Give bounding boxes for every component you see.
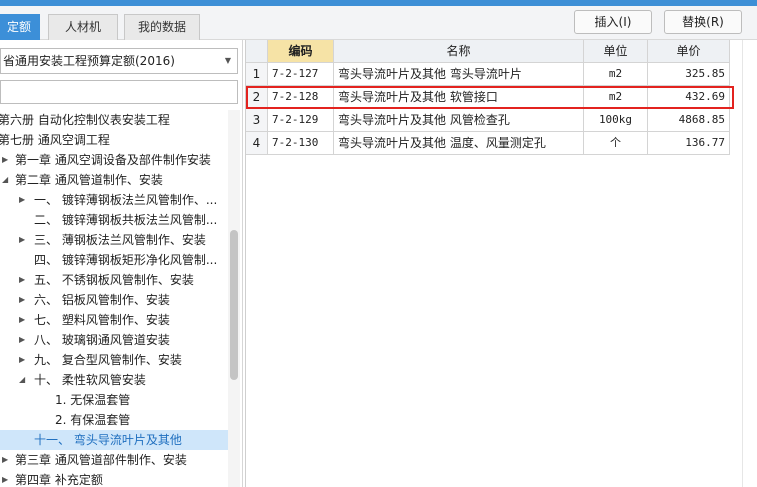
tree-node[interactable]: ▶ 六、 铝板风管制作、安装 — [0, 290, 228, 310]
tree-node-label: 九、 复合型风管制作、安装 — [34, 353, 182, 367]
tree-node[interactable]: ▶ 第三章 通风管道部件制作、安装 — [0, 450, 228, 470]
expand-arrow-icon[interactable]: ▶ — [2, 450, 8, 470]
expand-arrow-icon[interactable]: ▶ — [2, 150, 8, 170]
row-number: 2 — [246, 86, 268, 109]
cell-name[interactable]: 弯头导流叶片及其他 温度、风量测定孔 — [334, 132, 584, 155]
tree-node[interactable]: ▶ 九、 复合型风管制作、安装 — [0, 350, 228, 370]
tree-node-label: 八、 玻璃钢通风管道安装 — [34, 333, 170, 347]
tree-node-label: 一、 镀锌薄钢板法兰风管制作、... — [34, 193, 218, 207]
cell-unit[interactable]: 100kg — [584, 109, 648, 132]
tree-search-input[interactable] — [0, 80, 238, 104]
tree-node[interactable]: ▶ 八、 玻璃钢通风管道安装 — [0, 330, 228, 350]
expand-arrow-icon[interactable]: ▶ — [2, 470, 8, 487]
tree-node-label: 第三章 通风管道部件制作、安装 — [15, 453, 187, 467]
tree-node-label: 四、 镀锌薄钢板矩形净化风管制... — [34, 253, 218, 267]
tree-node-label: 第四章 补充定额 — [15, 473, 103, 487]
expand-arrow-icon[interactable]: ▶ — [19, 230, 25, 250]
quota-grid: 编码 名称 单位 单价 1 7-2-127 弯头导流叶片及其他 弯头导流叶片 m… — [245, 40, 740, 487]
cell-name[interactable]: 弯头导流叶片及其他 弯头导流叶片 — [334, 63, 584, 86]
quota-grid-panel: 编码 名称 单位 单价 1 7-2-127 弯头导流叶片及其他 弯头导流叶片 m… — [245, 40, 757, 487]
tree-node-label: 五、 不锈钢板风管制作、安装 — [34, 273, 194, 287]
chevron-down-icon: ▼ — [224, 56, 231, 65]
row-number: 3 — [246, 109, 268, 132]
tree-node-label: 第一章 通风空调设备及部件制作安装 — [15, 153, 211, 167]
replace-button[interactable]: 替换(R) — [664, 10, 742, 34]
row-number: 1 — [246, 63, 268, 86]
left-panel: 省通用安装工程预算定额(2016) ▼ 第六册 自动化控制仪表安装工程 第七册 … — [0, 40, 243, 487]
tab-quota[interactable]: 定额 — [0, 14, 40, 40]
cell-name[interactable]: 弯头导流叶片及其他 风管检查孔 — [334, 109, 584, 132]
tree-node-label: 六、 铝板风管制作、安装 — [34, 293, 170, 307]
tree-node-label: 十、 柔性软风管安装 — [34, 373, 146, 387]
collapse-arrow-icon[interactable]: ◢ — [2, 170, 8, 190]
tree-node-label: 第六册 自动化控制仪表安装工程 — [0, 113, 170, 127]
row-number: 4 — [246, 132, 268, 155]
tree-node-label: 2. 有保温套管 — [55, 413, 131, 427]
quota-library-value: 省通用安装工程预算定额(2016) — [3, 54, 175, 68]
cell-price[interactable]: 432.69 — [648, 86, 730, 109]
app-window: 定额 人材机 我的数据 插入(I) 替换(R) 省通用安装工程预算定额(2016… — [0, 0, 757, 487]
tree-node[interactable]: ▶ 第四章 补充定额 — [0, 470, 228, 487]
tree-node-label: 十一、 弯头导流叶片及其他 — [34, 433, 182, 447]
tree-node[interactable]: 第七册 通风空调工程 — [0, 130, 228, 150]
header-unit[interactable]: 单位 — [584, 40, 648, 63]
cell-price[interactable]: 325.85 — [648, 63, 730, 86]
tree-node[interactable]: ◢ 十、 柔性软风管安装 — [0, 370, 228, 390]
collapse-arrow-icon[interactable]: ◢ — [19, 370, 25, 390]
cell-unit[interactable]: m2 — [584, 86, 648, 109]
chapter-tree: 第六册 自动化控制仪表安装工程 第七册 通风空调工程 ▶ 第一章 通风空调设备及部… — [0, 110, 228, 487]
table-row[interactable]: 1 7-2-127 弯头导流叶片及其他 弯头导流叶片 m2 325.85 — [246, 63, 741, 86]
cell-code[interactable]: 7-2-128 — [268, 86, 334, 109]
tab-labor-material-machine[interactable]: 人材机 — [48, 14, 118, 40]
tree-node-label: 二、 镀锌薄钢板共板法兰风管制... — [34, 213, 218, 227]
expand-arrow-icon[interactable]: ▶ — [19, 350, 25, 370]
header-price[interactable]: 单价 — [648, 40, 730, 63]
tree-node[interactable]: ▶ 七、 塑料风管制作、安装 — [0, 310, 228, 330]
header-code[interactable]: 编码 — [268, 40, 334, 63]
cell-unit[interactable]: 个 — [584, 132, 648, 155]
cell-price[interactable]: 4868.85 — [648, 109, 730, 132]
expand-arrow-icon[interactable]: ▶ — [19, 270, 25, 290]
expand-arrow-icon[interactable]: ▶ — [19, 290, 25, 310]
tab-bar: 定额 人材机 我的数据 插入(I) 替换(R) — [0, 6, 757, 40]
tree-node[interactable]: ◢ 第二章 通风管道制作、安装 — [0, 170, 228, 190]
tree-node[interactable]: 1. 无保温套管 — [0, 390, 228, 410]
header-name[interactable]: 名称 — [334, 40, 584, 63]
tree-node-label: 七、 塑料风管制作、安装 — [34, 313, 170, 327]
tree-node[interactable]: ▶ 第一章 通风空调设备及部件制作安装 — [0, 150, 228, 170]
tree-node[interactable]: 二、 镀锌薄钢板共板法兰风管制... — [0, 210, 228, 230]
expand-arrow-icon[interactable]: ▶ — [19, 190, 25, 210]
cell-code[interactable]: 7-2-127 — [268, 63, 334, 86]
tree-node-label: 1. 无保温套管 — [55, 393, 131, 407]
expand-arrow-icon[interactable]: ▶ — [19, 330, 25, 350]
cell-unit[interactable]: m2 — [584, 63, 648, 86]
tree-node-selected[interactable]: 十一、 弯头导流叶片及其他 — [0, 430, 228, 450]
table-row[interactable]: 4 7-2-130 弯头导流叶片及其他 温度、风量测定孔 个 136.77 — [246, 132, 741, 155]
table-row[interactable]: 2 7-2-128 弯头导流叶片及其他 软管接口 m2 432.69 — [246, 86, 741, 109]
quota-library-select[interactable]: 省通用安装工程预算定额(2016) ▼ — [0, 48, 238, 74]
table-row[interactable]: 3 7-2-129 弯头导流叶片及其他 风管检查孔 100kg 4868.85 — [246, 109, 741, 132]
tree-scrollbar[interactable] — [228, 110, 240, 487]
tree-node-label: 三、 薄钢板法兰风管制作、安装 — [34, 233, 206, 247]
cell-price[interactable]: 136.77 — [648, 132, 730, 155]
grid-scrollbar[interactable] — [742, 40, 757, 487]
tree-node[interactable]: ▶ 五、 不锈钢板风管制作、安装 — [0, 270, 228, 290]
tree-node[interactable]: 2. 有保温套管 — [0, 410, 228, 430]
cell-code[interactable]: 7-2-130 — [268, 132, 334, 155]
tree-node[interactable]: 第六册 自动化控制仪表安装工程 — [0, 110, 228, 130]
tree-node[interactable]: ▶ 三、 薄钢板法兰风管制作、安装 — [0, 230, 228, 250]
cell-name[interactable]: 弯头导流叶片及其他 软管接口 — [334, 86, 584, 109]
tree-node-label: 第二章 通风管道制作、安装 — [15, 173, 163, 187]
tree-node-label: 第七册 通风空调工程 — [0, 133, 110, 147]
expand-arrow-icon[interactable]: ▶ — [19, 310, 25, 330]
cell-code[interactable]: 7-2-129 — [268, 109, 334, 132]
scrollbar-thumb[interactable] — [230, 230, 238, 380]
tree-node[interactable]: 四、 镀锌薄钢板矩形净化风管制... — [0, 250, 228, 270]
tab-my-data[interactable]: 我的数据 — [124, 14, 200, 40]
tree-node[interactable]: ▶ 一、 镀锌薄钢板法兰风管制作、... — [0, 190, 228, 210]
insert-button[interactable]: 插入(I) — [574, 10, 652, 34]
table-header: 编码 名称 单位 单价 — [246, 40, 741, 63]
header-corner — [246, 40, 268, 63]
